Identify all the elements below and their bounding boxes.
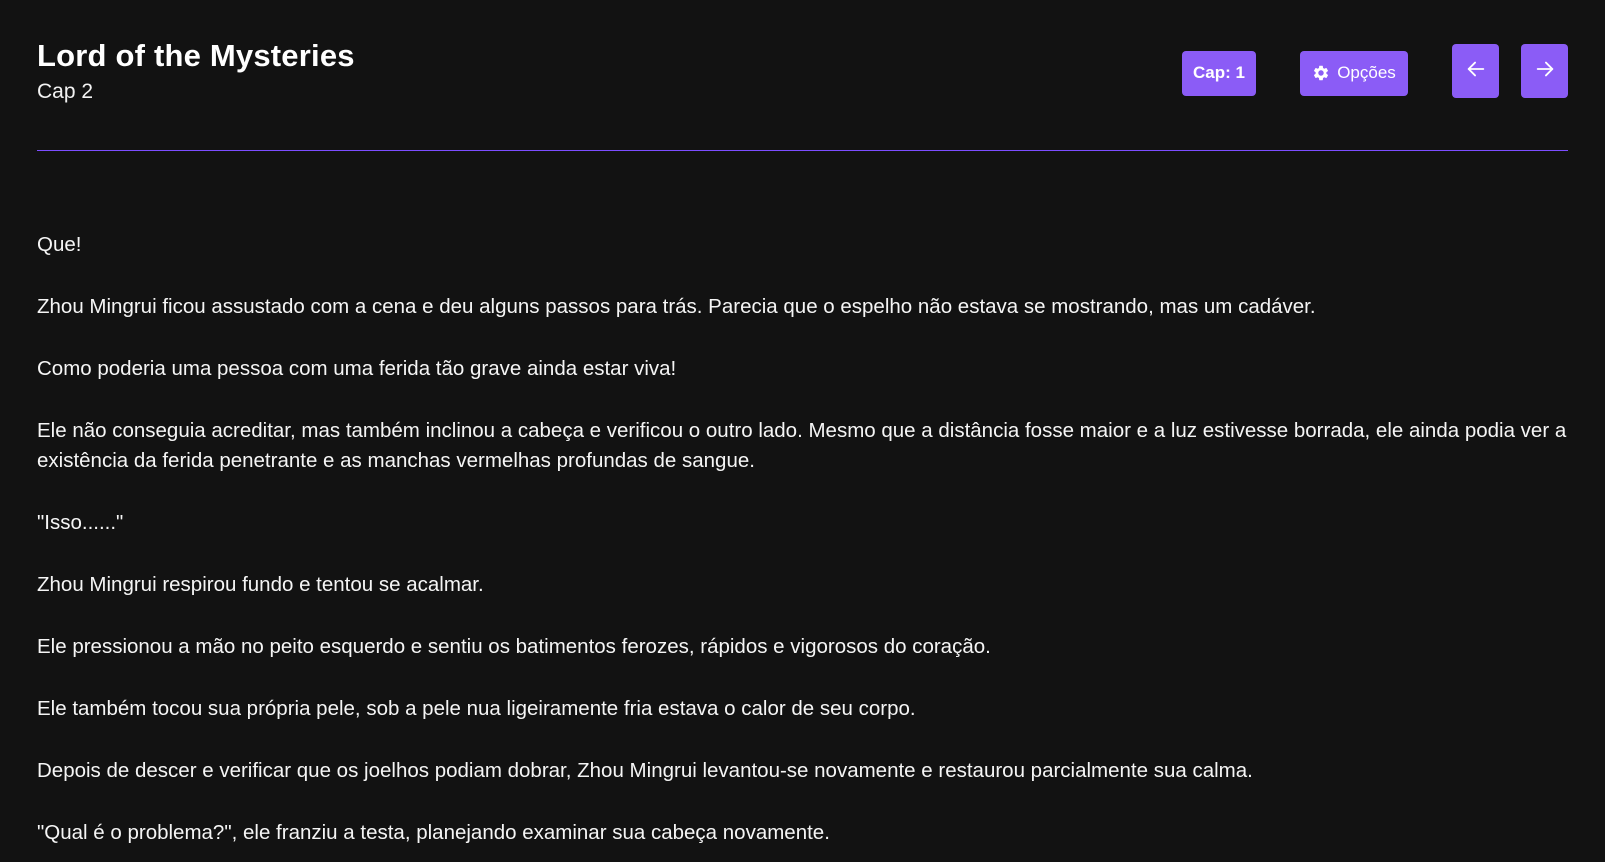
chapter-content: Que! Zhou Mingrui ficou assustado com a … [37,152,1568,848]
chapter-paragraph: Ele não conseguia acreditar, mas também … [37,419,1567,472]
chapter-paragraph: Que! [37,233,82,256]
chapter-select-button[interactable]: Cap: 1 [1182,50,1256,96]
arrow-right-icon [1534,56,1556,87]
chapter-paragraph: Ele pressionou a mão no peito esquerdo e… [37,635,991,658]
chapter-paragraph: "Qual é o problema?", ele franziu a test… [37,821,830,844]
chapter-paragraph: Como poderia uma pessoa com uma ferida t… [37,357,677,380]
chapter-paragraph: Ele também tocou sua própria pele, sob a… [37,697,916,720]
header-divider [37,150,1568,151]
arrow-left-icon [1465,56,1487,87]
next-chapter-button[interactable] [1521,44,1568,98]
novel-title: Lord of the Mysteries [37,38,355,73]
gear-icon [1312,64,1330,82]
reader-controls: Cap: 1 Opções [1182,44,1568,98]
previous-chapter-button[interactable] [1452,44,1499,98]
options-button[interactable]: Opções [1300,50,1408,96]
options-button-label: Opções [1337,63,1396,82]
chapter-paragraph: "Isso......" [37,511,124,534]
chapter-paragraph: Zhou Mingrui respirou fundo e tentou se … [37,573,484,596]
chapter-paragraph: Depois de descer e verificar que os joel… [37,759,1253,782]
reader-page: Lord of the Mysteries Cap 2 Cap: 1 Opçõe… [0,0,1605,862]
chapter-paragraph: Zhou Mingrui ficou assustado com a cena … [37,295,1316,318]
reader-header: Lord of the Mysteries Cap 2 Cap: 1 Opçõe… [37,0,1568,152]
chapter-subtitle: Cap 2 [37,80,94,103]
